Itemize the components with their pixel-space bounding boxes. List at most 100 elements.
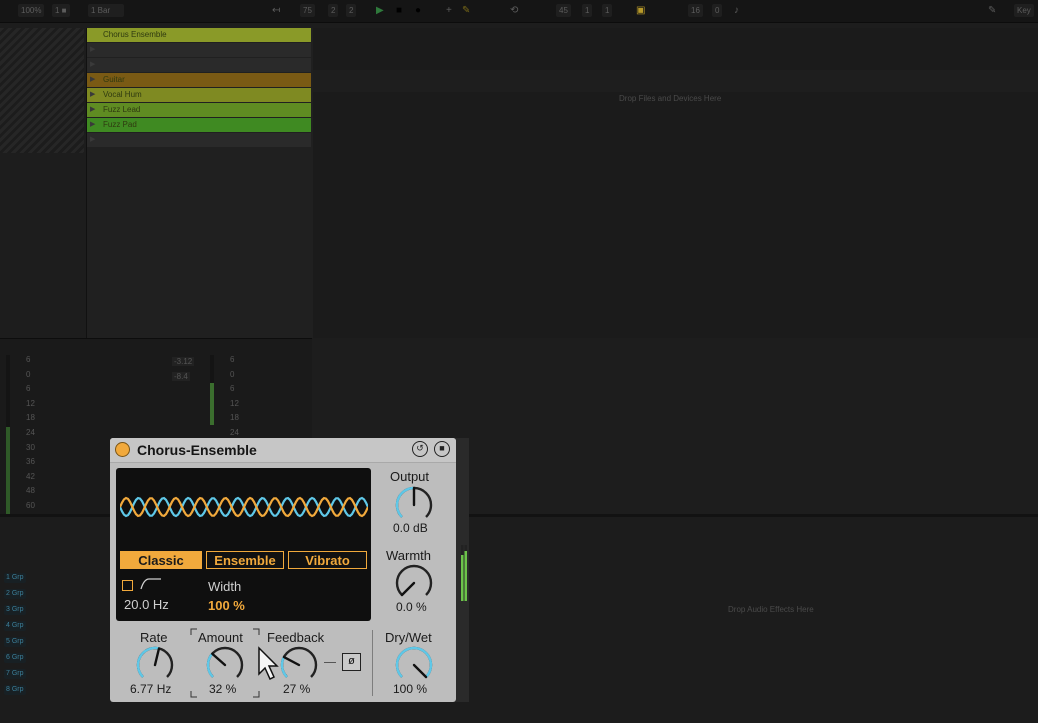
mode-ensemble-button[interactable]: Ensemble bbox=[206, 551, 284, 569]
peak-readout: -3.12 bbox=[172, 357, 195, 366]
db-scale-label: 30 bbox=[26, 442, 35, 452]
clip-slot[interactable]: ▶ bbox=[87, 58, 311, 72]
grid-size-select[interactable]: 1 Bar bbox=[88, 4, 124, 17]
clip-slot[interactable]: ▶ Fuzz Pad bbox=[87, 118, 311, 132]
rate-knob[interactable] bbox=[134, 644, 176, 686]
time-sig-den[interactable]: 2 bbox=[346, 4, 357, 17]
clip-slot[interactable]: ▶ Vocal Hum bbox=[87, 88, 311, 102]
feedback-invert-button[interactable]: ø bbox=[342, 653, 361, 671]
clip-track: Chorus Ensemble ▶ ▶ ▶ Guitar ▶ Vocal Hum ▶ Fuzz… bbox=[86, 28, 314, 338]
clip-launch-icon[interactable]: ▶ bbox=[90, 61, 98, 69]
time-sig-num[interactable]: 2 bbox=[328, 4, 339, 17]
track-group-cell[interactable]: 1 Grp bbox=[4, 573, 26, 583]
invert-link bbox=[324, 662, 336, 663]
bar-position[interactable]: 45 bbox=[556, 4, 571, 17]
clip-launch-icon[interactable]: ▶ bbox=[90, 121, 98, 129]
zoom-select[interactable]: 100% bbox=[18, 4, 45, 17]
sixteenth-position[interactable]: 1 bbox=[602, 4, 613, 17]
tempo-field[interactable]: 75 bbox=[300, 4, 315, 17]
play-icon[interactable]: ▶ bbox=[376, 4, 384, 17]
clip-slot[interactable]: ▶ bbox=[87, 43, 311, 57]
db-scale-label: 24 bbox=[26, 428, 35, 437]
db-scale-label: 6 bbox=[26, 384, 31, 394]
output-knob[interactable] bbox=[393, 484, 435, 526]
output-label: Output bbox=[390, 469, 430, 484]
clip-name: Fuzz Pad bbox=[103, 120, 137, 129]
track-group-cell[interactable]: 3 Grp bbox=[4, 605, 26, 615]
warmth-knob[interactable] bbox=[393, 562, 435, 604]
clip-launch-icon[interactable]: ▶ bbox=[90, 136, 98, 144]
chorus-ensemble-device: Chorus-Ensemble ↺ ■ Classic Ensemble Vib… bbox=[110, 438, 456, 702]
save-preset-icon[interactable]: ■ bbox=[434, 441, 450, 457]
loop-icon[interactable]: ⟲ bbox=[510, 4, 518, 17]
drywet-knob[interactable] bbox=[393, 644, 435, 686]
level-meter bbox=[6, 355, 10, 515]
track-group-cell[interactable]: 5 Grp bbox=[4, 637, 26, 647]
db-scale-label: 12 bbox=[230, 398, 239, 408]
db-scale-label: 6 bbox=[230, 355, 235, 364]
device-title-bar[interactable]: Chorus-Ensemble ↺ ■ bbox=[110, 438, 456, 463]
key-map-button[interactable]: Key bbox=[1014, 4, 1034, 17]
rate-label: Rate bbox=[140, 630, 168, 645]
highpass-frequency[interactable]: 20.0 Hz bbox=[124, 597, 169, 612]
clip-slot[interactable]: ▶ Guitar bbox=[87, 73, 311, 87]
highpass-toggle[interactable] bbox=[122, 580, 133, 591]
metronome-icon[interactable]: ♪ bbox=[734, 4, 739, 17]
db-scale-label: 6 bbox=[26, 355, 31, 364]
clip-name: Guitar bbox=[103, 75, 125, 84]
db-scale-label: 6 bbox=[230, 384, 235, 394]
mode-classic-button[interactable]: Classic bbox=[120, 551, 202, 569]
volume-readout[interactable]: -8.4 bbox=[172, 372, 190, 381]
draw-mode-icon[interactable]: ✎ bbox=[988, 4, 996, 17]
hot-swap-icon[interactable]: ↺ bbox=[412, 441, 428, 457]
lfo-waveform bbox=[120, 496, 368, 518]
db-scale-label: 24 bbox=[230, 428, 239, 437]
track-group-cell[interactable]: 4 Grp bbox=[4, 621, 26, 631]
clip-launch-icon[interactable]: ▶ bbox=[90, 91, 98, 99]
mode-vibrato-button[interactable]: Vibrato bbox=[288, 551, 367, 569]
grid-select[interactable]: 1 ■ bbox=[52, 4, 70, 17]
width-value[interactable]: 100 % bbox=[208, 598, 245, 613]
db-scale-label: 48 bbox=[26, 486, 35, 496]
feedback-label: Feedback bbox=[267, 630, 325, 645]
power-icon[interactable] bbox=[115, 442, 130, 457]
track-group-cell[interactable]: 6 Grp bbox=[4, 653, 26, 663]
tap-tempo-icon[interactable]: ↤ bbox=[272, 4, 280, 17]
chorus-display: Classic Ensemble Vibrato 20.0 Hz Width 1… bbox=[116, 468, 371, 621]
beat-position[interactable]: 1 bbox=[582, 4, 593, 17]
mouse-cursor-icon bbox=[258, 646, 279, 681]
stop-icon[interactable]: ■ bbox=[396, 4, 402, 17]
loop-length-sub[interactable]: 0 bbox=[712, 4, 723, 17]
punch-icon[interactable]: ▣ bbox=[636, 4, 645, 17]
amount-label: Amount bbox=[198, 630, 243, 645]
clip-launch-icon[interactable]: ▶ bbox=[90, 46, 98, 54]
db-scale-label: 18 bbox=[230, 413, 239, 423]
db-scale-label: 0 bbox=[230, 369, 235, 379]
clip-slot[interactable]: ▶ Fuzz Lead bbox=[87, 103, 311, 117]
transport-bar: 100% 1 ■ 1 Bar ↤ 75 2 2 ▶ ■ ● + ✎ ⟲ 45 1… bbox=[0, 0, 1038, 23]
section-divider bbox=[372, 630, 373, 696]
clip-name: Fuzz Lead bbox=[103, 105, 141, 114]
feedback-knob[interactable] bbox=[278, 644, 320, 686]
track-group-cell[interactable]: 8 Grp bbox=[4, 685, 26, 695]
track-group-cell[interactable]: 2 Grp bbox=[4, 589, 26, 599]
amount-knob[interactable] bbox=[204, 644, 246, 686]
track-header[interactable]: Chorus Ensemble bbox=[87, 28, 311, 42]
clip-slot[interactable]: ▶ bbox=[87, 133, 311, 147]
db-scale-label: 36 bbox=[26, 457, 35, 467]
clip-launch-icon[interactable]: ▶ bbox=[90, 76, 98, 84]
rate-value: 6.77 Hz bbox=[130, 682, 172, 696]
highpass-filter-icon bbox=[140, 578, 161, 590]
feedback-value: 27 % bbox=[283, 682, 311, 696]
drop-target[interactable]: Drop Files and Devices Here bbox=[313, 70, 1038, 103]
track-group-cell[interactable]: 7 Grp bbox=[4, 669, 26, 679]
db-scale-label: 18 bbox=[26, 413, 35, 423]
clip-launch-icon[interactable]: ▶ bbox=[90, 106, 98, 114]
track-title: Chorus Ensemble bbox=[103, 30, 167, 39]
record-icon[interactable]: ● bbox=[415, 4, 421, 17]
automation-arm-icon[interactable]: ✎ bbox=[462, 4, 470, 17]
overdub-icon[interactable]: + bbox=[446, 4, 452, 17]
level-meter bbox=[210, 355, 214, 425]
loop-length[interactable]: 16 bbox=[688, 4, 703, 17]
width-label: Width bbox=[208, 579, 242, 594]
